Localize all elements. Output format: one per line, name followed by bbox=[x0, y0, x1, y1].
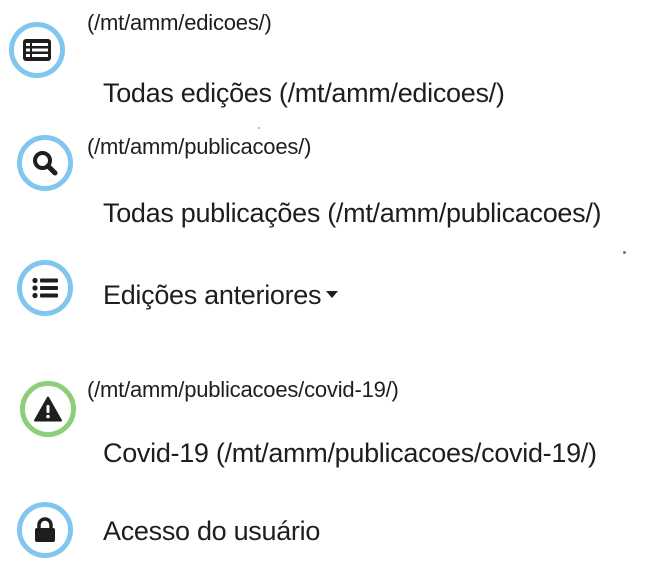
editions-url[interactable]: (/mt/amm/edicoes/) bbox=[87, 10, 272, 36]
covid-icon-button[interactable] bbox=[20, 381, 76, 437]
list-alt-icon bbox=[23, 39, 51, 61]
user-access-icon-button[interactable] bbox=[17, 502, 73, 558]
previous-editions-dropdown[interactable]: Edições anteriores bbox=[103, 279, 339, 311]
lock-icon bbox=[34, 517, 56, 543]
caret-down-icon bbox=[326, 291, 339, 299]
scan-speck bbox=[258, 127, 260, 129]
covid-url[interactable]: (/mt/amm/publicacoes/covid-19/) bbox=[87, 377, 399, 403]
covid-link[interactable]: Covid-19 (/mt/amm/publicacoes/covid-19/) bbox=[103, 437, 597, 469]
editions-icon-button[interactable] bbox=[9, 22, 65, 78]
all-publications-link[interactable]: Todas publicações (/mt/amm/publicacoes/) bbox=[103, 197, 602, 229]
previous-editions-label: Edições anteriores bbox=[103, 280, 322, 310]
publications-icon-button[interactable] bbox=[17, 135, 73, 191]
search-icon bbox=[32, 150, 58, 176]
scan-speck bbox=[623, 251, 626, 254]
previous-editions-icon-button[interactable] bbox=[17, 260, 73, 316]
user-access-link[interactable]: Acesso do usuário bbox=[103, 515, 320, 547]
all-editions-link[interactable]: Todas edições (/mt/amm/edicoes/) bbox=[103, 77, 505, 109]
publications-url[interactable]: (/mt/amm/publicacoes/) bbox=[87, 134, 311, 160]
warning-icon bbox=[34, 396, 62, 422]
list-icon bbox=[32, 277, 58, 299]
